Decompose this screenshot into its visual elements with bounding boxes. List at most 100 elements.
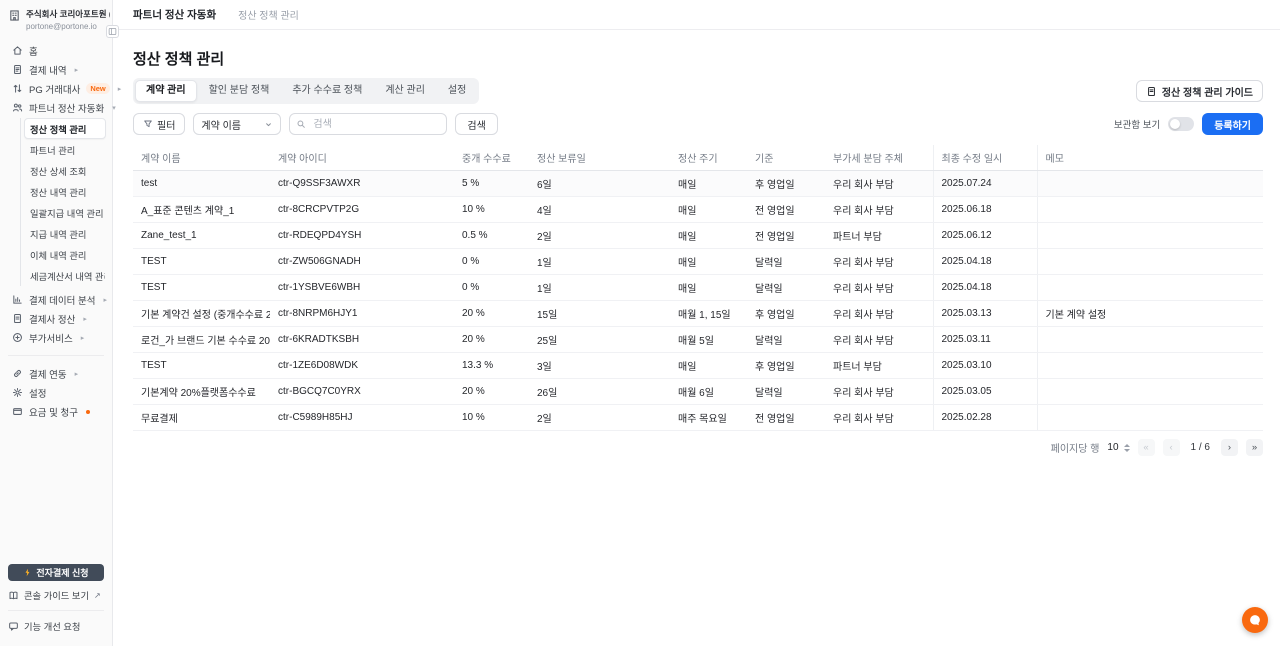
table-row[interactable]: TESTctr-ZW506GNADH0 %1일매일달력일우리 회사 부담2025… — [133, 249, 1263, 275]
policy-guide-label: 정산 정책 관리 가이드 — [1162, 84, 1253, 99]
sidebar-item-payments[interactable]: 결제 내역 ▸ — [6, 60, 106, 79]
last-page-button[interactable]: » — [1246, 439, 1263, 456]
sidebar-nav-top: 홈 결제 내역 ▸ PG 거래대사 New ▸ 파트너 정산 자동화 ▾ — [0, 41, 112, 117]
sidebar-item-settings[interactable]: 설정 — [6, 383, 106, 402]
breadcrumb: 파트너 정산 자동화 정산 정책 관리 — [113, 0, 1280, 30]
sidebar-item-pg-reconciliation[interactable]: PG 거래대사 New ▸ — [6, 79, 106, 98]
sidebar-item-psp-settlement[interactable]: 결제사 정산 ▸ — [6, 309, 106, 328]
table-cell: 매일 — [670, 223, 747, 249]
search-box — [289, 113, 447, 135]
table-cell: 로건_가 브랜드 기본 수수료 20% — [133, 327, 270, 353]
table-cell: 우리 회사 부담 — [825, 275, 933, 301]
table-cell: 우리 회사 부담 — [825, 197, 933, 223]
sidebar-collapse-button[interactable] — [106, 25, 119, 38]
epay-apply-button[interactable]: 전자결제 신청 — [8, 564, 104, 581]
filter-label: 필터 — [157, 117, 175, 132]
column-header: 메모 — [1037, 145, 1263, 171]
table-cell: 매월 6일 — [670, 379, 747, 405]
table-row[interactable]: TESTctr-1ZE6D08WDK13.3 %3일매일후 영업일파트너 부담2… — [133, 353, 1263, 379]
tab-discount-share-policy[interactable]: 할인 분담 정책 — [198, 80, 281, 102]
register-button[interactable]: 등록하기 — [1202, 113, 1263, 135]
table-cell: 매일 — [670, 197, 747, 223]
table-row[interactable]: TESTctr-1YSBVE6WBH0 %1일매일달력일우리 회사 부담2025… — [133, 275, 1263, 301]
rows-per-page-select[interactable]: 10 — [1107, 442, 1129, 453]
table-cell: 2일 — [529, 223, 670, 249]
sidebar-subitem-partner-management[interactable]: 파트너 관리 — [24, 139, 106, 160]
tab-calculation[interactable]: 계산 관리 — [374, 80, 436, 102]
sidebar-subitem-payout-history[interactable]: 지급 내역 관리 — [24, 223, 106, 244]
table-cell: 1일 — [529, 275, 670, 301]
table-cell: 우리 회사 부담 — [825, 405, 933, 431]
sidebar-item-home[interactable]: 홈 — [6, 41, 106, 60]
table-cell: 0 % — [454, 249, 529, 275]
workspace-switcher[interactable]: 주식회사 코리아포트원 (Kore... portone@portone.io — [0, 8, 112, 31]
sidebar-item-label: 결제 내역 — [29, 63, 67, 77]
column-header: 계약 아이디 — [270, 145, 454, 171]
search-field-select[interactable]: 계약 이름 — [193, 113, 281, 135]
tab-settings[interactable]: 설정 — [437, 80, 477, 102]
table-cell: 매일 — [670, 171, 747, 197]
table-cell: 매일 — [670, 275, 747, 301]
filter-button[interactable]: 필터 — [133, 113, 185, 135]
table-row[interactable]: 로건_가 브랜드 기본 수수료 20%ctr-6KRADTKSBH20 %25일… — [133, 327, 1263, 353]
page-title: 정산 정책 관리 — [133, 48, 1263, 69]
sidebar-item-payment-integration[interactable]: 결제 연동 ▸ — [6, 364, 106, 383]
chevron-right-icon: ▸ — [83, 315, 87, 323]
sidebar-subitem-tax-invoice-history[interactable]: 세금계산서 내역 관리 — [24, 265, 106, 286]
table-header-row: 계약 이름계약 아이디중개 수수료정산 보류일정산 주기기준부가세 분담 주체최… — [133, 145, 1263, 171]
sidebar-item-payment-analytics[interactable]: 결제 데이터 분석 ▸ — [6, 290, 106, 309]
table-cell: 2025.04.18 — [933, 275, 1037, 301]
table-row[interactable]: testctr-Q9SSF3AWXR5 %6일매일후 영업일우리 회사 부담20… — [133, 171, 1263, 197]
sidebar-subitem-bulk-payout-history[interactable]: 일괄지급 내역 관리 — [24, 202, 106, 223]
table-cell: ctr-ZW506GNADH — [270, 249, 454, 275]
sidebar-subitem-settlement-policy[interactable]: 정산 정책 관리 — [24, 118, 106, 139]
chevron-right-icon: ▸ — [103, 296, 107, 304]
console-guide-link[interactable]: 콘솔 가이드 보기 ↗ — [8, 581, 104, 605]
search-button[interactable]: 검색 — [455, 113, 497, 135]
company-building-icon — [8, 9, 21, 22]
sidebar-divider — [8, 610, 104, 611]
table-row[interactable]: 기본 계약건 설정 (중개수수료 20%)ctr-8NRPM6HJY120 %1… — [133, 301, 1263, 327]
table-cell: 매일 — [670, 249, 747, 275]
right-controls: 보관함 보기 등록하기 — [1114, 113, 1263, 135]
table-cell — [1037, 327, 1263, 353]
table-row[interactable]: Zane_test_1ctr-RDEQPD4YSH0.5 %2일매일전 영업일파… — [133, 223, 1263, 249]
policy-guide-button[interactable]: 정산 정책 관리 가이드 — [1136, 80, 1263, 102]
table-cell: 10 % — [454, 405, 529, 431]
sidebar-subitem-settlement-detail[interactable]: 정산 상세 조회 — [24, 160, 106, 181]
prev-page-button[interactable]: ‹ — [1163, 439, 1180, 456]
table-cell — [1037, 171, 1263, 197]
sidebar-item-addon-services[interactable]: 부가서비스 ▸ — [6, 328, 106, 347]
next-page-button[interactable]: › — [1221, 439, 1238, 456]
tab-extra-fee-policy[interactable]: 추가 수수료 정책 — [281, 80, 373, 102]
sidebar-item-partner-settlement[interactable]: 파트너 정산 자동화 ▾ — [6, 98, 106, 117]
feature-request-link[interactable]: 기능 개선 요청 — [8, 616, 104, 636]
sidebar-item-billing[interactable]: 요금 및 청구 — [6, 402, 106, 421]
table-cell: 기본계약 20%플랫폼수수료 — [133, 379, 270, 405]
column-header: 정산 보류일 — [529, 145, 670, 171]
column-header: 중개 수수료 — [454, 145, 529, 171]
archive-toggle[interactable] — [1168, 117, 1194, 131]
table-cell — [1037, 275, 1263, 301]
first-page-button[interactable]: « — [1138, 439, 1155, 456]
search-input[interactable] — [289, 113, 447, 135]
table-cell: 우리 회사 부담 — [825, 327, 933, 353]
table-row[interactable]: A_표준 콘텐츠 계약_1ctr-8CRCPVTP2G10 %4일매일전 영업일… — [133, 197, 1263, 223]
tab-contract[interactable]: 계약 관리 — [135, 80, 197, 102]
sidebar-subitem-settlement-history[interactable]: 정산 내역 관리 — [24, 181, 106, 202]
rows-per-page-value: 10 — [1107, 442, 1118, 453]
table-cell: 우리 회사 부담 — [825, 379, 933, 405]
breadcrumb-section[interactable]: 파트너 정산 자동화 — [133, 7, 216, 22]
epay-apply-label: 전자결제 신청 — [36, 566, 88, 579]
table-cell: ctr-8CRCPVTP2G — [270, 197, 454, 223]
table-row[interactable]: 기본계약 20%플랫폼수수료ctr-BGCQ7C0YRX20 %26일매월 6일… — [133, 379, 1263, 405]
chevron-down-icon — [264, 120, 273, 129]
sidebar-item-label: 결제 데이터 분석 — [29, 293, 95, 307]
sidebar-nav-mid: 결제 데이터 분석 ▸ 결제사 정산 ▸ 부가서비스 ▸ — [0, 290, 112, 347]
table-row[interactable]: 무료결제ctr-C5989H85HJ10 %2일매주 목요일전 영업일우리 회사… — [133, 405, 1263, 431]
table-cell: 2025.03.10 — [933, 353, 1037, 379]
table-cell: 15일 — [529, 301, 670, 327]
sidebar-subitem-transfer-history[interactable]: 이체 내역 관리 — [24, 244, 106, 265]
table-cell — [1037, 353, 1263, 379]
chat-launcher-button[interactable] — [1242, 607, 1268, 633]
